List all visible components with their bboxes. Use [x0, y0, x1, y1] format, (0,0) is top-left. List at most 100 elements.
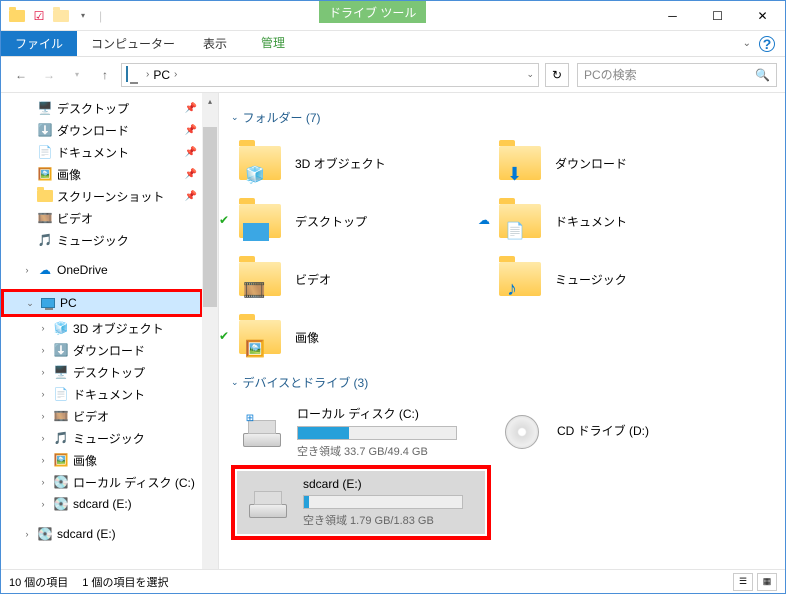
window-controls: ─ ☐ ✕: [650, 1, 785, 30]
properties-icon[interactable]: ☑: [31, 8, 47, 24]
highlight-annotation: sdcard (E:) 空き領域 1.79 GB/1.83 GB: [231, 465, 491, 540]
tree-item-3d[interactable]: ›🧊3D オブジェクト: [1, 317, 203, 339]
tree-item-drive-e[interactable]: ›💽sdcard (E:): [1, 493, 203, 515]
new-folder-icon[interactable]: [53, 8, 69, 24]
help-icon[interactable]: ?: [759, 36, 775, 52]
folder-video[interactable]: 🎞️ ビデオ: [231, 250, 491, 308]
tree-item-video[interactable]: ›🎞️ビデオ: [1, 405, 203, 427]
scroll-thumb[interactable]: [203, 127, 217, 307]
expand-icon[interactable]: ›: [37, 499, 49, 509]
tree-item-drive-c[interactable]: ›💽ローカル ディスク (C:): [1, 471, 203, 493]
pc-icon: [40, 295, 56, 311]
scrollbar[interactable]: ▴: [202, 93, 218, 569]
tree-item-video[interactable]: 🎞️ビデオ: [1, 207, 203, 229]
search-icon[interactable]: 🔍: [755, 68, 770, 82]
navigation-bar: ← → ▾ ↑ › PC › ⌄ ↻ PCの検索 🔍: [1, 57, 785, 93]
tree-item-onedrive[interactable]: ›☁OneDrive: [1, 259, 203, 281]
tree-label: デスクトップ: [57, 100, 129, 117]
expand-icon[interactable]: ›: [37, 455, 49, 465]
expand-icon[interactable]: ›: [21, 529, 33, 539]
tiles-view-button[interactable]: ▦: [757, 573, 777, 591]
tree: 🖥️デスクトップ📌 ⬇️ダウンロード📌 📄ドキュメント📌 🖼️画像📌 スクリーン…: [1, 93, 203, 549]
cloud-icon: ☁: [477, 213, 491, 227]
tree-label: スクリーンショット: [57, 188, 164, 205]
tree-item-music[interactable]: 🎵ミュージック: [1, 229, 203, 251]
title-bar: ☑ ▾ | ドライブ ツール PC ─ ☐ ✕: [1, 1, 785, 31]
expand-icon[interactable]: ›: [37, 477, 49, 487]
tree-item-screenshots[interactable]: スクリーンショット📌: [1, 185, 203, 207]
details-view-button[interactable]: ☰: [733, 573, 753, 591]
minimize-button[interactable]: ─: [650, 1, 695, 30]
tree-label: sdcard (E:): [57, 527, 116, 541]
address-dropdown-icon[interactable]: ⌄: [526, 69, 534, 80]
folder-desktop[interactable]: ✔ デスクトップ: [231, 192, 491, 250]
search-placeholder: PCの検索: [584, 66, 637, 83]
tree-item-sdcard[interactable]: ›💽sdcard (E:): [1, 523, 203, 545]
folder-label: デスクトップ: [295, 213, 367, 230]
maximize-button[interactable]: ☐: [695, 1, 740, 30]
folder-documents[interactable]: ☁📄 ドキュメント: [491, 192, 751, 250]
expand-icon[interactable]: ›: [37, 345, 49, 355]
expand-icon[interactable]: ›: [37, 433, 49, 443]
expand-icon[interactable]: ›: [37, 323, 49, 333]
computer-tab[interactable]: コンピューター: [77, 31, 189, 56]
chevron-right-icon[interactable]: ›: [146, 69, 149, 80]
collapse-icon[interactable]: ⌄: [24, 298, 36, 309]
tree-item-pc[interactable]: ⌄PC: [4, 292, 200, 314]
close-button[interactable]: ✕: [740, 1, 785, 30]
pictures-icon: 🖼️: [53, 452, 69, 468]
drive-name: CD ドライブ (D:): [557, 422, 745, 439]
up-button[interactable]: ↑: [93, 63, 117, 87]
drive-cd-d[interactable]: CD ドライブ (D:): [491, 399, 751, 465]
tree-item-music[interactable]: ›🎵ミュージック: [1, 427, 203, 449]
expand-ribbon-icon[interactable]: ⌄: [743, 38, 751, 49]
folder-pictures[interactable]: ✔🖼️ 画像: [231, 308, 491, 366]
group-header-drives[interactable]: ⌄ デバイスとドライブ (3): [231, 374, 773, 391]
pin-icon: 📌: [185, 147, 197, 158]
folder-music[interactable]: ♪ ミュージック: [491, 250, 751, 308]
folder-downloads[interactable]: ⬇ ダウンロード: [491, 134, 751, 192]
scroll-up-icon[interactable]: ▴: [202, 93, 218, 109]
tree-item-downloads[interactable]: ›⬇️ダウンロード: [1, 339, 203, 361]
separator: |: [99, 9, 102, 23]
drive-sdcard-e[interactable]: sdcard (E:) 空き領域 1.79 GB/1.83 GB: [237, 471, 485, 534]
file-tab[interactable]: ファイル: [1, 31, 77, 56]
tree-label: ドキュメント: [73, 386, 145, 403]
manage-tab[interactable]: 管理: [247, 31, 299, 56]
back-button[interactable]: ←: [9, 63, 33, 87]
search-input[interactable]: PCの検索 🔍: [577, 63, 777, 87]
folder-3d-objects[interactable]: 🧊 3D オブジェクト: [231, 134, 491, 192]
tree-item-pictures[interactable]: ›🖼️画像: [1, 449, 203, 471]
tree-label: ビデオ: [73, 408, 109, 425]
tree-item-pictures[interactable]: 🖼️画像📌: [1, 163, 203, 185]
qat-dropdown-icon[interactable]: ▾: [75, 8, 91, 24]
tree-item-desktop[interactable]: 🖥️デスクトップ📌: [1, 97, 203, 119]
expand-icon[interactable]: ›: [37, 389, 49, 399]
tree-label: ダウンロード: [73, 342, 145, 359]
pin-icon: 📌: [185, 125, 197, 136]
chevron-right-icon[interactable]: ›: [174, 69, 177, 80]
body: 🖥️デスクトップ📌 ⬇️ダウンロード📌 📄ドキュメント📌 🖼️画像📌 スクリーン…: [1, 93, 785, 569]
breadcrumb-pc[interactable]: PC: [153, 68, 170, 82]
forward-button[interactable]: →: [37, 63, 61, 87]
tree-item-desktop[interactable]: ›🖥️デスクトップ: [1, 361, 203, 383]
expand-icon[interactable]: ›: [21, 265, 33, 275]
drives-grid: ⊞ ローカル ディスク (C:) 空き領域 33.7 GB/49.4 GB CD…: [231, 399, 773, 540]
group-header-folders[interactable]: ⌄ フォルダー (7): [231, 109, 773, 126]
contextual-tab-label: ドライブ ツール: [319, 1, 426, 23]
expand-icon[interactable]: ›: [37, 411, 49, 421]
refresh-button[interactable]: ↻: [545, 63, 569, 87]
tree-item-documents[interactable]: 📄ドキュメント📌: [1, 141, 203, 163]
expand-icon[interactable]: ›: [37, 367, 49, 377]
drive-icon: 💽: [53, 496, 69, 512]
recent-dropdown-icon[interactable]: ▾: [65, 63, 89, 87]
tree-item-downloads[interactable]: ⬇️ダウンロード📌: [1, 119, 203, 141]
folder-label: ダウンロード: [555, 155, 627, 172]
navigation-pane: 🖥️デスクトップ📌 ⬇️ダウンロード📌 📄ドキュメント📌 🖼️画像📌 スクリーン…: [1, 93, 219, 569]
drive-local-c[interactable]: ⊞ ローカル ディスク (C:) 空き領域 33.7 GB/49.4 GB: [231, 399, 491, 465]
view-tab[interactable]: 表示: [189, 31, 241, 56]
selection-count: 1 個の項目を選択: [82, 574, 168, 590]
drive-icon: ⊞: [237, 412, 287, 452]
address-bar[interactable]: › PC › ⌄: [121, 63, 539, 87]
tree-item-documents[interactable]: ›📄ドキュメント: [1, 383, 203, 405]
